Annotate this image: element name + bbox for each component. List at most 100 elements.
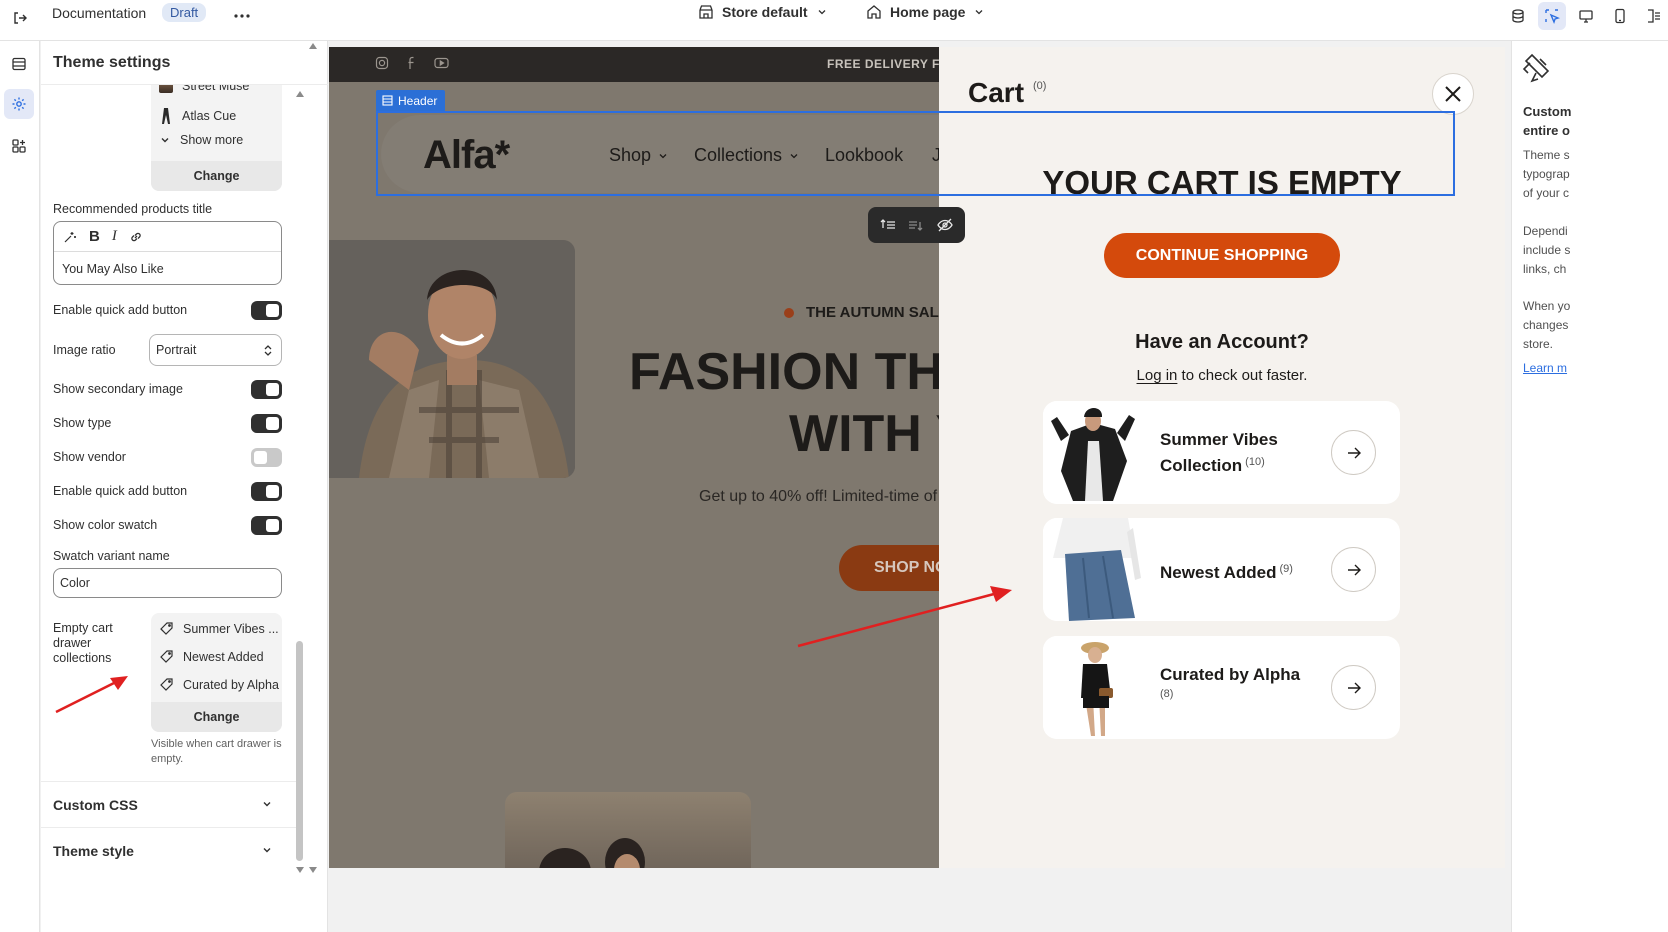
setting-label: Enable quick add button [53, 484, 188, 498]
status-badge: Draft [162, 3, 207, 22]
chevron-down-icon [161, 138, 169, 143]
collection-card[interactable]: Newest Added (9) [1043, 518, 1400, 621]
help-paragraph: Theme s typograp of your c [1523, 148, 1570, 200]
account-heading: Have an Account? [1135, 331, 1309, 353]
setting-label: Show secondary image [53, 382, 183, 396]
theme-settings-gear-icon[interactable] [4, 89, 34, 119]
instagram-icon[interactable] [375, 56, 389, 70]
database-icon[interactable] [1504, 2, 1532, 30]
scroll-down-icon[interactable] [308, 866, 318, 874]
hero-image [329, 240, 575, 478]
swatch-variant-input[interactable]: Color [53, 568, 282, 598]
section-grid-icon [382, 95, 393, 106]
facebook-icon[interactable] [405, 56, 419, 70]
italic-icon[interactable]: I [112, 228, 117, 245]
list-item: Street Muse [159, 85, 249, 93]
change-button[interactable]: Change [151, 161, 282, 191]
close-icon [1445, 86, 1461, 102]
youtube-icon[interactable] [434, 56, 449, 70]
collection-title: Curated by Alpha [1160, 665, 1301, 684]
secondary-image-toggle[interactable] [251, 380, 282, 399]
move-up-icon[interactable] [880, 218, 896, 232]
scrollbar-thumb[interactable] [296, 641, 303, 861]
magic-icon[interactable] [63, 230, 77, 244]
collection-arrow-button[interactable] [1331, 430, 1376, 475]
fullscreen-icon[interactable] [1640, 2, 1668, 30]
change-button[interactable]: Change [151, 702, 282, 732]
setting-label: Enable quick add button [53, 303, 188, 317]
header-section-tag[interactable]: Header [376, 90, 446, 111]
move-down-icon[interactable] [908, 218, 924, 232]
show-type-toggle[interactable] [251, 414, 282, 433]
help-text: Visible when cart drawer is empty. [151, 738, 282, 765]
arrow-right-icon [1347, 564, 1361, 575]
account-text: Log in to check out faster. [1136, 367, 1308, 384]
color-swatch-toggle[interactable] [251, 516, 282, 535]
login-link[interactable]: Log in [1137, 367, 1178, 384]
rich-text-editor[interactable]: B I You May Also Like [53, 221, 282, 285]
product-thumb-icon [159, 85, 173, 93]
sections-icon[interactable] [4, 49, 34, 79]
topbar-tools [1504, 2, 1668, 30]
arrow-right-icon [1347, 682, 1361, 693]
model-photo [329, 240, 575, 478]
mobile-view-icon[interactable] [1606, 2, 1634, 30]
page-selector-label: Home page [890, 4, 966, 20]
theme-style-accordion[interactable]: Theme style [41, 827, 296, 873]
learn-more-link[interactable]: Learn m [1523, 361, 1567, 375]
help-title: Custom entire o [1523, 104, 1572, 138]
show-more-link[interactable]: Show more [159, 133, 243, 147]
apps-icon[interactable] [4, 131, 34, 161]
cart-title: Cart [968, 77, 1025, 108]
document-title: Documentation [52, 5, 147, 21]
collection-image [1043, 518, 1143, 621]
list-item[interactable]: Newest Added [159, 649, 264, 664]
collection-title: Newest Added (9) [1160, 563, 1293, 582]
desktop-view-icon[interactable] [1572, 2, 1600, 30]
help-paragraph: When yo changes store. [1523, 299, 1571, 351]
dot-icon [784, 307, 794, 318]
collection-count: (10) [1245, 456, 1265, 468]
hide-eye-icon[interactable] [937, 218, 953, 232]
custom-css-accordion[interactable]: Custom CSS [41, 781, 296, 827]
quick-add-toggle-2[interactable] [251, 482, 282, 501]
right-help-panel: Custom entire o Theme s typograp of your c … [1511, 41, 1668, 932]
select-value: Portrait [156, 343, 197, 357]
section-toolbar [868, 207, 965, 243]
collection-image [1043, 636, 1143, 739]
chevron-down-icon [976, 10, 983, 15]
chevron-down-icon [263, 848, 271, 853]
inspector-icon[interactable] [1538, 2, 1566, 30]
collection-card[interactable]: Curated by Alpha (8) [1043, 636, 1400, 739]
store-selector[interactable]: Store default [698, 4, 828, 20]
list-item[interactable]: Summer Vibes ... [159, 621, 279, 636]
cart-count: (0) [1033, 80, 1047, 92]
collection-card[interactable]: Summer Vibes Collection (10) [1043, 401, 1400, 504]
more-actions-icon[interactable] [229, 4, 255, 28]
rich-text-value: You May Also Like [62, 262, 164, 276]
link-icon[interactable] [129, 230, 143, 244]
collection-tag-icon [160, 622, 173, 635]
list-item[interactable]: Curated by Alpha [159, 677, 279, 692]
scroll-up-icon[interactable] [295, 90, 305, 98]
lifestyle-image [505, 792, 751, 868]
scroll-up-icon[interactable] [308, 42, 318, 50]
setting-label: Show vendor [53, 450, 126, 464]
continue-shopping-button[interactable]: CONTINUE SHOPPING [1104, 233, 1340, 278]
left-rail [0, 41, 40, 932]
close-cart-button[interactable] [1432, 73, 1474, 115]
setting-label: Show type [53, 416, 112, 430]
show-vendor-toggle[interactable] [251, 448, 282, 467]
setting-label: Show color swatch [53, 518, 158, 532]
collection-arrow-button[interactable] [1331, 547, 1376, 592]
collection-arrow-button[interactable] [1331, 665, 1376, 710]
bold-icon[interactable]: B [89, 228, 100, 245]
exit-icon[interactable] [6, 4, 34, 32]
page-selector[interactable]: Home page [866, 4, 985, 20]
image-ratio-select[interactable]: Portrait [149, 334, 282, 366]
swatch-variant-label: Swatch variant name [53, 549, 170, 563]
scroll-down-icon[interactable] [295, 866, 305, 874]
theme-settings-panel: Theme settings Street Muse Atlas Cue Sho… [41, 41, 328, 932]
quick-add-toggle[interactable] [251, 301, 282, 320]
collection-tag-icon [160, 650, 173, 663]
